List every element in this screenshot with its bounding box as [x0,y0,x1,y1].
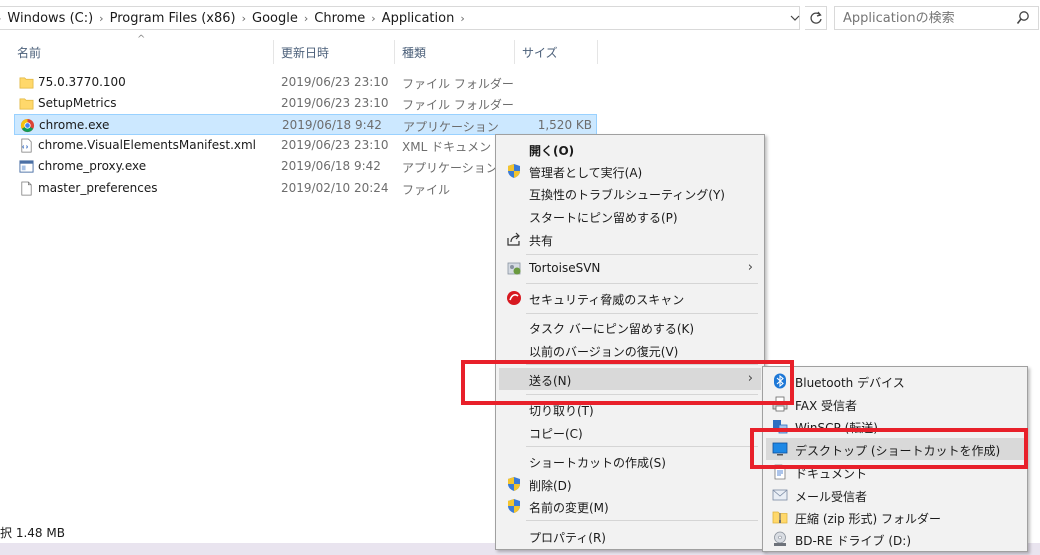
breadcrumb[interactable]: › Windows (C:) › Program Files (x86) › G… [0,6,800,30]
menu-item-rename[interactable]: 名前の変更(M) [499,495,761,517]
menu-item-delete[interactable]: 削除(D) [499,473,761,495]
menu-item-create-shortcut[interactable]: ショートカットの作成(S) [499,450,761,472]
menu-item-pin-to-start[interactable]: スタートにピン留めする(P) [499,205,761,227]
zip-folder-icon [772,511,788,524]
file-name: chrome_proxy.exe [38,159,147,173]
menu-separator [526,446,758,447]
chevron-right-icon[interactable]: › [371,12,375,25]
chevron-right-icon[interactable]: › [304,12,308,25]
chrome-icon [20,118,35,133]
chevron-right-icon[interactable]: › [242,12,246,25]
menu-separator [526,313,758,314]
address-bar: › Windows (C:) › Program Files (x86) › G… [0,0,1040,36]
folder-icon [19,98,34,110]
file-size: 1,520 KB [537,118,592,132]
send-to-bluetooth[interactable]: Bluetooth デバイス [766,370,1026,392]
menu-item-share[interactable]: 共有 [499,228,761,250]
share-icon [507,232,520,246]
file-name: 75.0.3770.100 [38,75,126,89]
file-type: ファイル [402,183,451,197]
menu-item-open[interactable]: 開く(O) [499,138,761,160]
menu-item-pin-to-taskbar[interactable]: タスク バーにピン留めする(K) [499,316,761,338]
file-name: SetupMetrics [38,96,117,110]
file-type: ファイル フォルダー [402,77,514,91]
file-date: 2019/06/18 9:42 [282,118,382,132]
address-history-dropdown[interactable] [786,8,804,28]
xml-file-icon [21,138,32,153]
submenu-arrow-icon: › [747,260,753,275]
send-to-bd-re-drive[interactable]: BD-RE ドライブ (D:) [766,528,1026,550]
menu-item-run-as-admin[interactable]: 管理者として実行(A) [499,160,761,182]
tortoisesvn-icon [507,262,521,275]
annotation-highlight-desktop-shortcut [750,428,1028,469]
file-date: 2019/06/23 23:10 [281,96,389,110]
file-row-selected[interactable]: chrome.exe 2019/06/18 9:42 アプリケーション 1,52… [14,114,597,135]
file-type: アプリケーション [402,161,498,175]
refresh-icon [809,11,822,24]
search-icon[interactable] [1016,10,1030,26]
menu-item-troubleshoot-compatibility[interactable]: 互換性のトラブルシューティング(Y) [499,182,761,204]
mail-icon [772,489,788,501]
file-type: アプリケーション [403,120,499,134]
file-type: XML ドキュメント [402,140,504,154]
breadcrumb-item-drive[interactable]: Windows (C:) [7,11,93,26]
chevron-down-icon [790,15,800,21]
uac-shield-icon [508,499,520,513]
file-name: chrome.VisualElementsManifest.xml [38,138,257,152]
file-date: 2019/02/10 20:24 [281,181,389,195]
app-window-icon [19,160,34,173]
breadcrumb-item-chrome[interactable]: Chrome [314,11,365,26]
file-date: 2019/06/18 9:42 [281,159,381,173]
context-menu: 開く(O) 管理者として実行(A) 互換性のトラブルシューティング(Y) スター… [495,134,765,550]
search-field[interactable] [834,6,1039,30]
breadcrumb-item-google[interactable]: Google [252,11,298,26]
menu-item-restore-previous-versions[interactable]: 以前のバージョンの復元(V) [499,339,761,361]
menu-item-security-scan[interactable]: セキュリティ脅威のスキャン [499,287,761,309]
column-header-size[interactable]: サイズ [515,40,598,64]
file-name: master_preferences [38,181,158,195]
send-to-zip-folder[interactable]: 圧縮 (zip 形式) フォルダー [766,506,1026,528]
status-bar-text: 選択 1.48 MB [0,526,65,540]
menu-separator [526,520,758,521]
menu-item-properties[interactable]: プロパティ(R) [499,525,761,547]
file-date: 2019/06/23 23:10 [281,75,389,89]
chevron-right-icon[interactable]: › [460,12,464,25]
file-icon [21,181,32,196]
breadcrumb-item-application[interactable]: Application [382,11,455,26]
column-header-name[interactable]: 名前 [10,40,274,64]
annotation-highlight-send-to [461,360,794,405]
file-date: 2019/06/23 23:10 [281,138,389,152]
refresh-button[interactable] [805,6,827,30]
uac-shield-icon [508,164,520,178]
chevron-right-icon[interactable]: › [99,12,103,25]
send-to-mail-recipient[interactable]: メール受信者 [766,484,1026,506]
column-header-type[interactable]: 種類 [395,40,515,64]
file-row[interactable]: SetupMetrics 2019/06/23 23:10 ファイル フォルダー [14,93,597,114]
file-name: chrome.exe [39,118,110,132]
menu-item-tortoisesvn[interactable]: TortoiseSVN › [499,257,761,279]
menu-separator [526,283,758,284]
disc-drive-icon [774,531,786,546]
column-header-date[interactable]: 更新日時 [274,40,395,64]
menu-item-copy[interactable]: コピー(C) [499,421,761,443]
chevron-right-icon[interactable]: › [0,12,1,25]
trend-micro-icon [507,291,521,305]
folder-icon [19,77,34,89]
file-row[interactable]: 75.0.3770.100 2019/06/23 23:10 ファイル フォルダ… [14,72,597,93]
search-input[interactable] [843,10,1008,26]
menu-separator [526,254,758,255]
uac-shield-icon [508,477,520,491]
breadcrumb-item-program-files[interactable]: Program Files (x86) [110,11,236,26]
send-to-fax[interactable]: FAX 受信者 [766,393,1026,415]
file-type: ファイル フォルダー [402,98,514,112]
